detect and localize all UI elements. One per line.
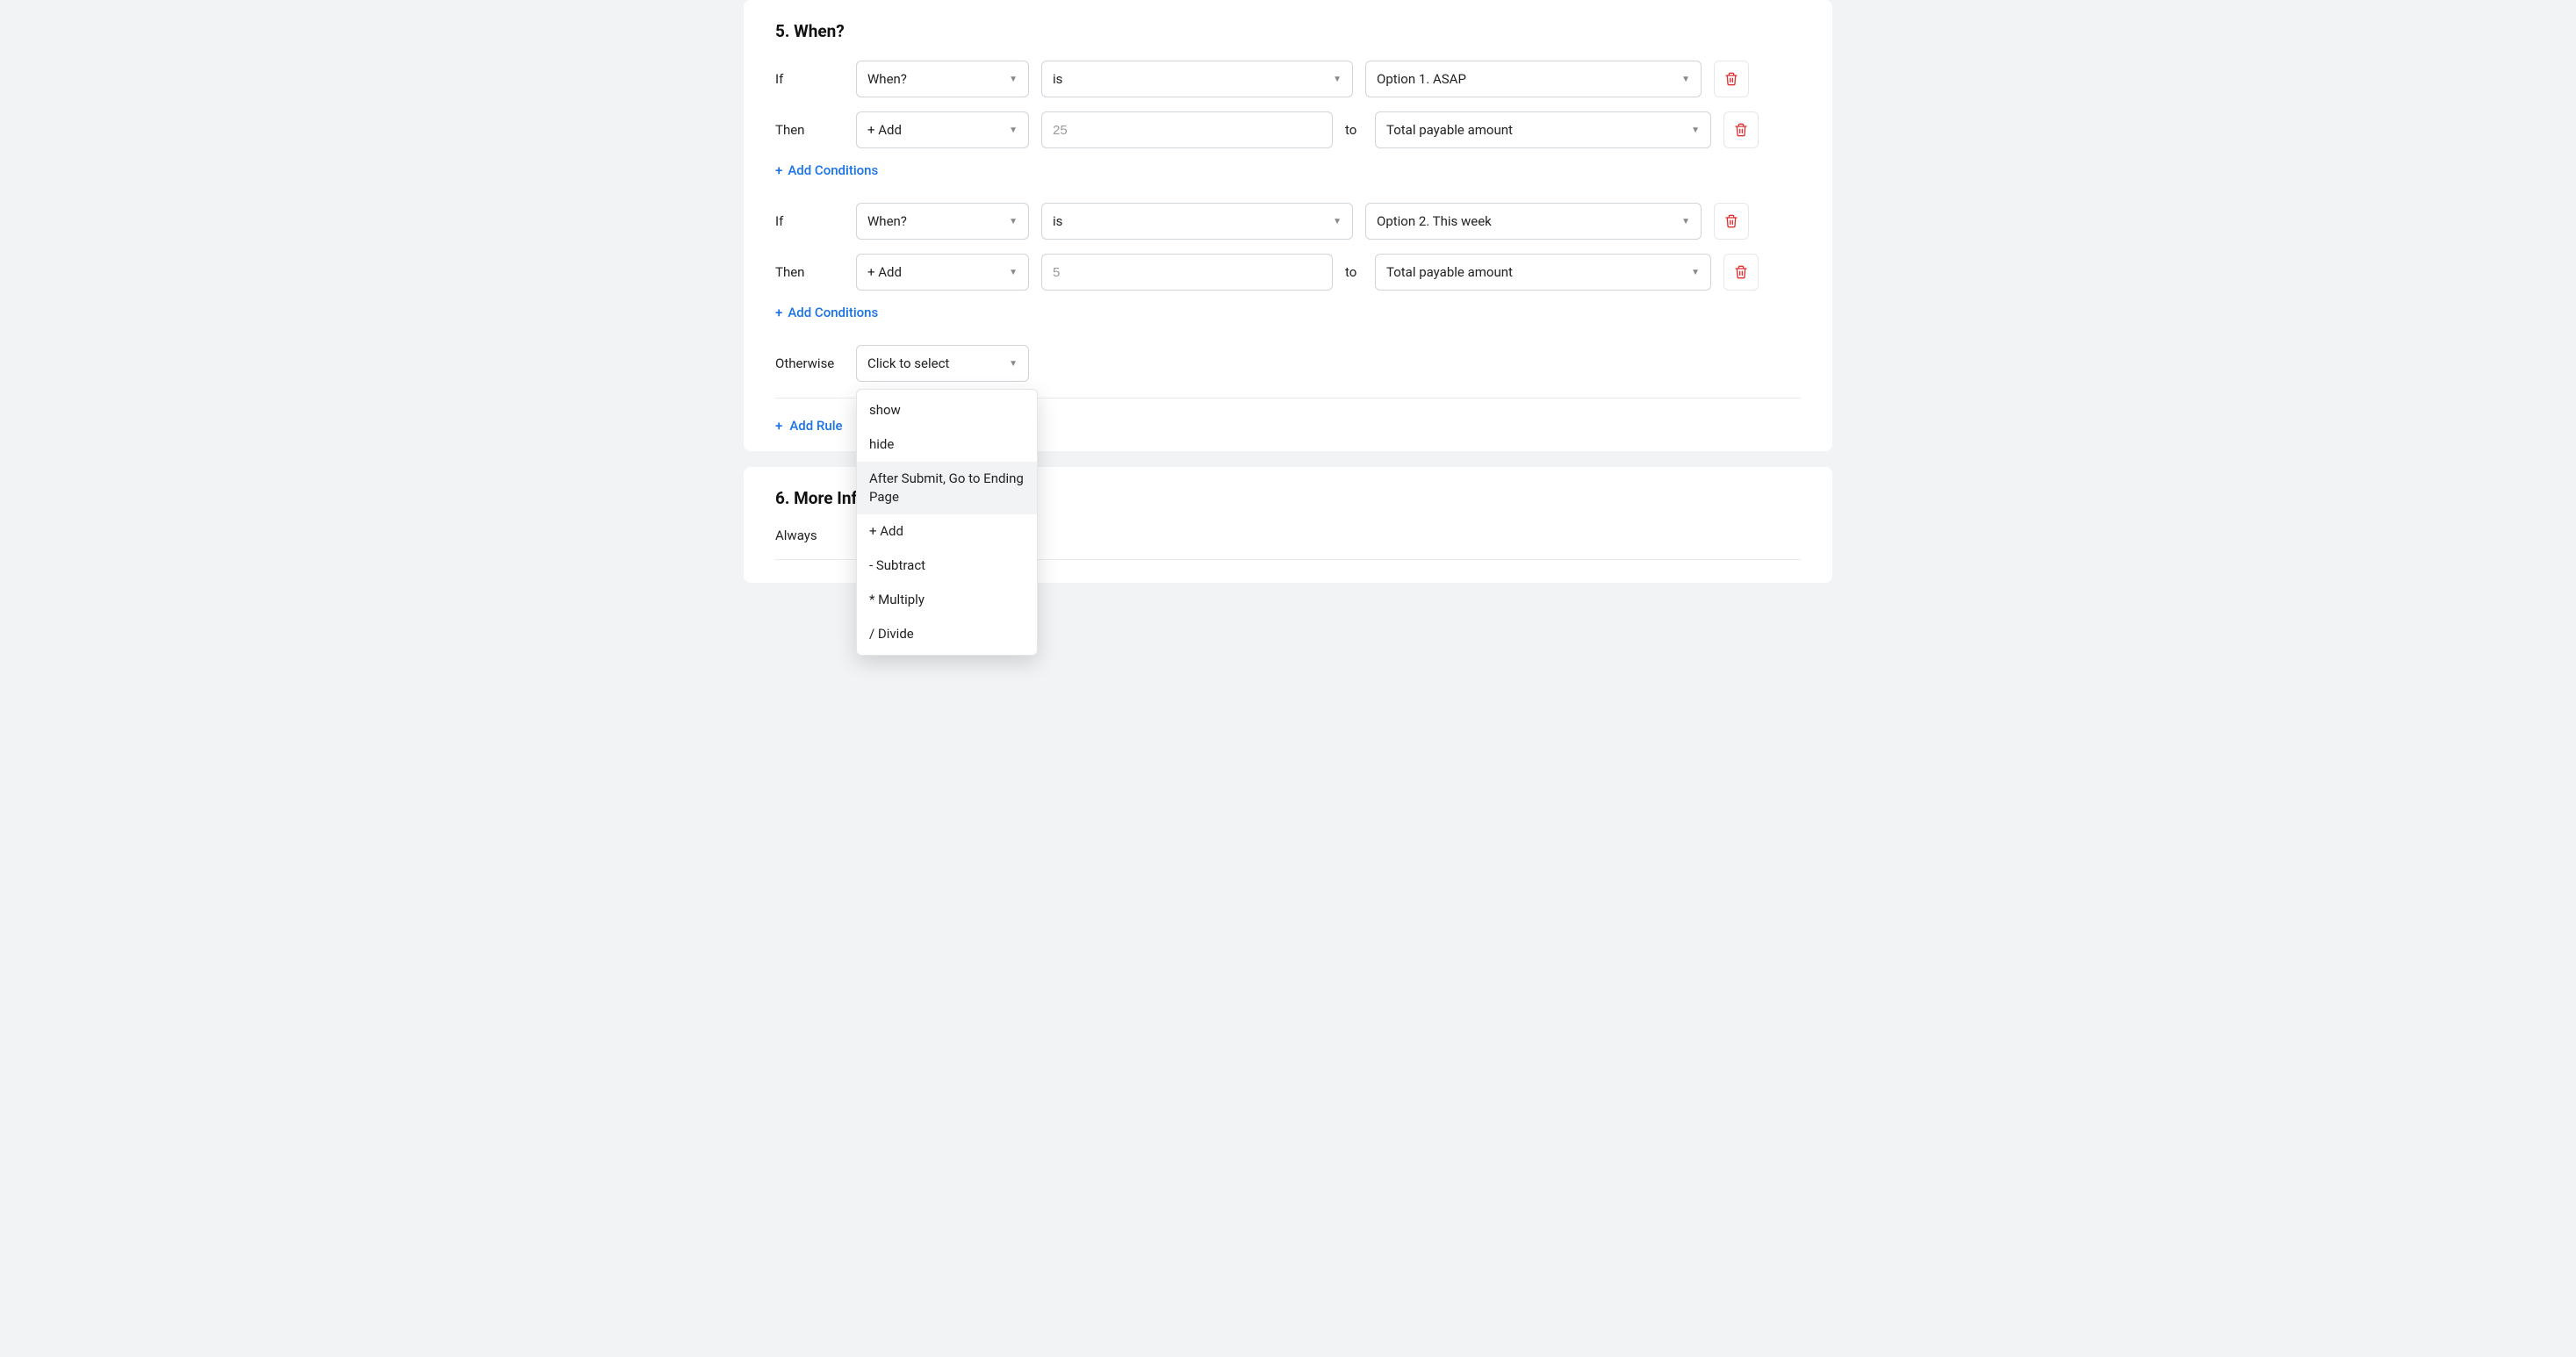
delete-condition-2-button[interactable]	[1714, 203, 1749, 240]
condition-row-1-if: If When? ▼ is ▼ Option 1. ASAP ▼	[775, 61, 1801, 97]
caret-icon: ▼	[1681, 217, 1690, 226]
action-select-2[interactable]: + Add ▼	[856, 254, 1029, 291]
otherwise-dropdown: showhideAfter Submit, Go to Ending Page+…	[856, 389, 1038, 656]
target-select-1-text: Total payable amount	[1386, 122, 1513, 138]
field-select-1-text: When?	[867, 71, 907, 87]
comparator-select-2-text: is	[1053, 213, 1062, 229]
add-conditions-1-link[interactable]: + Add Conditions	[775, 162, 1801, 178]
section-title-when: 5. When?	[775, 21, 1801, 41]
add-conditions-2-text: Add Conditions	[788, 305, 878, 320]
value-select-1[interactable]: Option 1. ASAP ▼	[1365, 61, 1702, 97]
action-select-2-text: + Add	[867, 264, 902, 280]
dropdown-option[interactable]: show	[857, 393, 1037, 427]
field-select-2-text: When?	[867, 213, 907, 229]
to-label: to	[1345, 122, 1363, 138]
then-label: Then	[775, 122, 844, 138]
otherwise-label: Otherwise	[775, 355, 844, 371]
dropdown-option[interactable]: - Subtract	[857, 549, 1037, 583]
trash-icon	[1724, 72, 1738, 86]
trash-icon	[1734, 123, 1748, 137]
otherwise-select[interactable]: Click to select ▼	[856, 345, 1029, 382]
action-select-1[interactable]: + Add ▼	[856, 111, 1029, 148]
amount-input-2[interactable]	[1041, 254, 1333, 291]
amount-input-1[interactable]	[1041, 111, 1333, 148]
then-label: Then	[775, 264, 844, 280]
target-select-1[interactable]: Total payable amount ▼	[1375, 111, 1711, 148]
caret-icon: ▼	[1681, 75, 1690, 84]
value-select-2[interactable]: Option 2. This week ▼	[1365, 203, 1702, 240]
otherwise-select-text: Click to select	[867, 355, 949, 371]
plus-icon: +	[775, 305, 782, 320]
plus-icon: +	[775, 162, 782, 178]
if-label: If	[775, 71, 844, 87]
otherwise-row: Otherwise Click to select ▼ showhideAfte…	[775, 345, 1801, 382]
caret-icon: ▼	[1691, 268, 1700, 277]
caret-icon: ▼	[1009, 126, 1018, 135]
value-select-2-text: Option 2. This week	[1377, 213, 1492, 229]
action-row-1-then: Then + Add ▼ to Total payable amount ▼	[775, 111, 1801, 148]
trash-icon	[1724, 214, 1738, 228]
dropdown-option[interactable]: hide	[857, 427, 1037, 462]
if-label: If	[775, 213, 844, 229]
caret-icon: ▼	[1009, 268, 1018, 277]
comparator-select-1[interactable]: is ▼	[1041, 61, 1353, 97]
section-when: 5. When? If When? ▼ is ▼ Option 1. ASAP …	[744, 0, 1832, 451]
trash-icon	[1734, 265, 1748, 279]
comparator-select-2[interactable]: is ▼	[1041, 203, 1353, 240]
dropdown-option[interactable]: After Submit, Go to Ending Page	[857, 462, 1037, 514]
comparator-select-1-text: is	[1053, 71, 1062, 87]
target-select-2-text: Total payable amount	[1386, 264, 1513, 280]
delete-action-2-button[interactable]	[1723, 254, 1759, 291]
caret-icon: ▼	[1009, 217, 1018, 226]
to-label: to	[1345, 264, 1363, 280]
caret-icon: ▼	[1009, 359, 1018, 369]
condition-row-2-if: If When? ▼ is ▼ Option 2. This week ▼	[775, 203, 1801, 240]
caret-icon: ▼	[1333, 217, 1342, 226]
add-rule-text: Add Rule	[789, 418, 842, 434]
add-conditions-1-text: Add Conditions	[788, 162, 878, 178]
field-select-2[interactable]: When? ▼	[856, 203, 1029, 240]
action-row-2-then: Then + Add ▼ to Total payable amount ▼	[775, 254, 1801, 291]
delete-action-1-button[interactable]	[1723, 111, 1759, 148]
dropdown-option[interactable]: * Multiply	[857, 583, 1037, 617]
caret-icon: ▼	[1333, 75, 1342, 84]
plus-icon: +	[775, 418, 782, 434]
caret-icon: ▼	[1691, 126, 1700, 135]
caret-icon: ▼	[1009, 75, 1018, 84]
dropdown-option[interactable]: + Add	[857, 514, 1037, 549]
target-select-2[interactable]: Total payable amount ▼	[1375, 254, 1711, 291]
add-conditions-2-link[interactable]: + Add Conditions	[775, 305, 1801, 320]
action-select-1-text: + Add	[867, 122, 902, 138]
field-select-1[interactable]: When? ▼	[856, 61, 1029, 97]
dropdown-option[interactable]: / Divide	[857, 617, 1037, 651]
always-label: Always	[775, 528, 828, 543]
value-select-1-text: Option 1. ASAP	[1377, 71, 1466, 87]
delete-condition-1-button[interactable]	[1714, 61, 1749, 97]
